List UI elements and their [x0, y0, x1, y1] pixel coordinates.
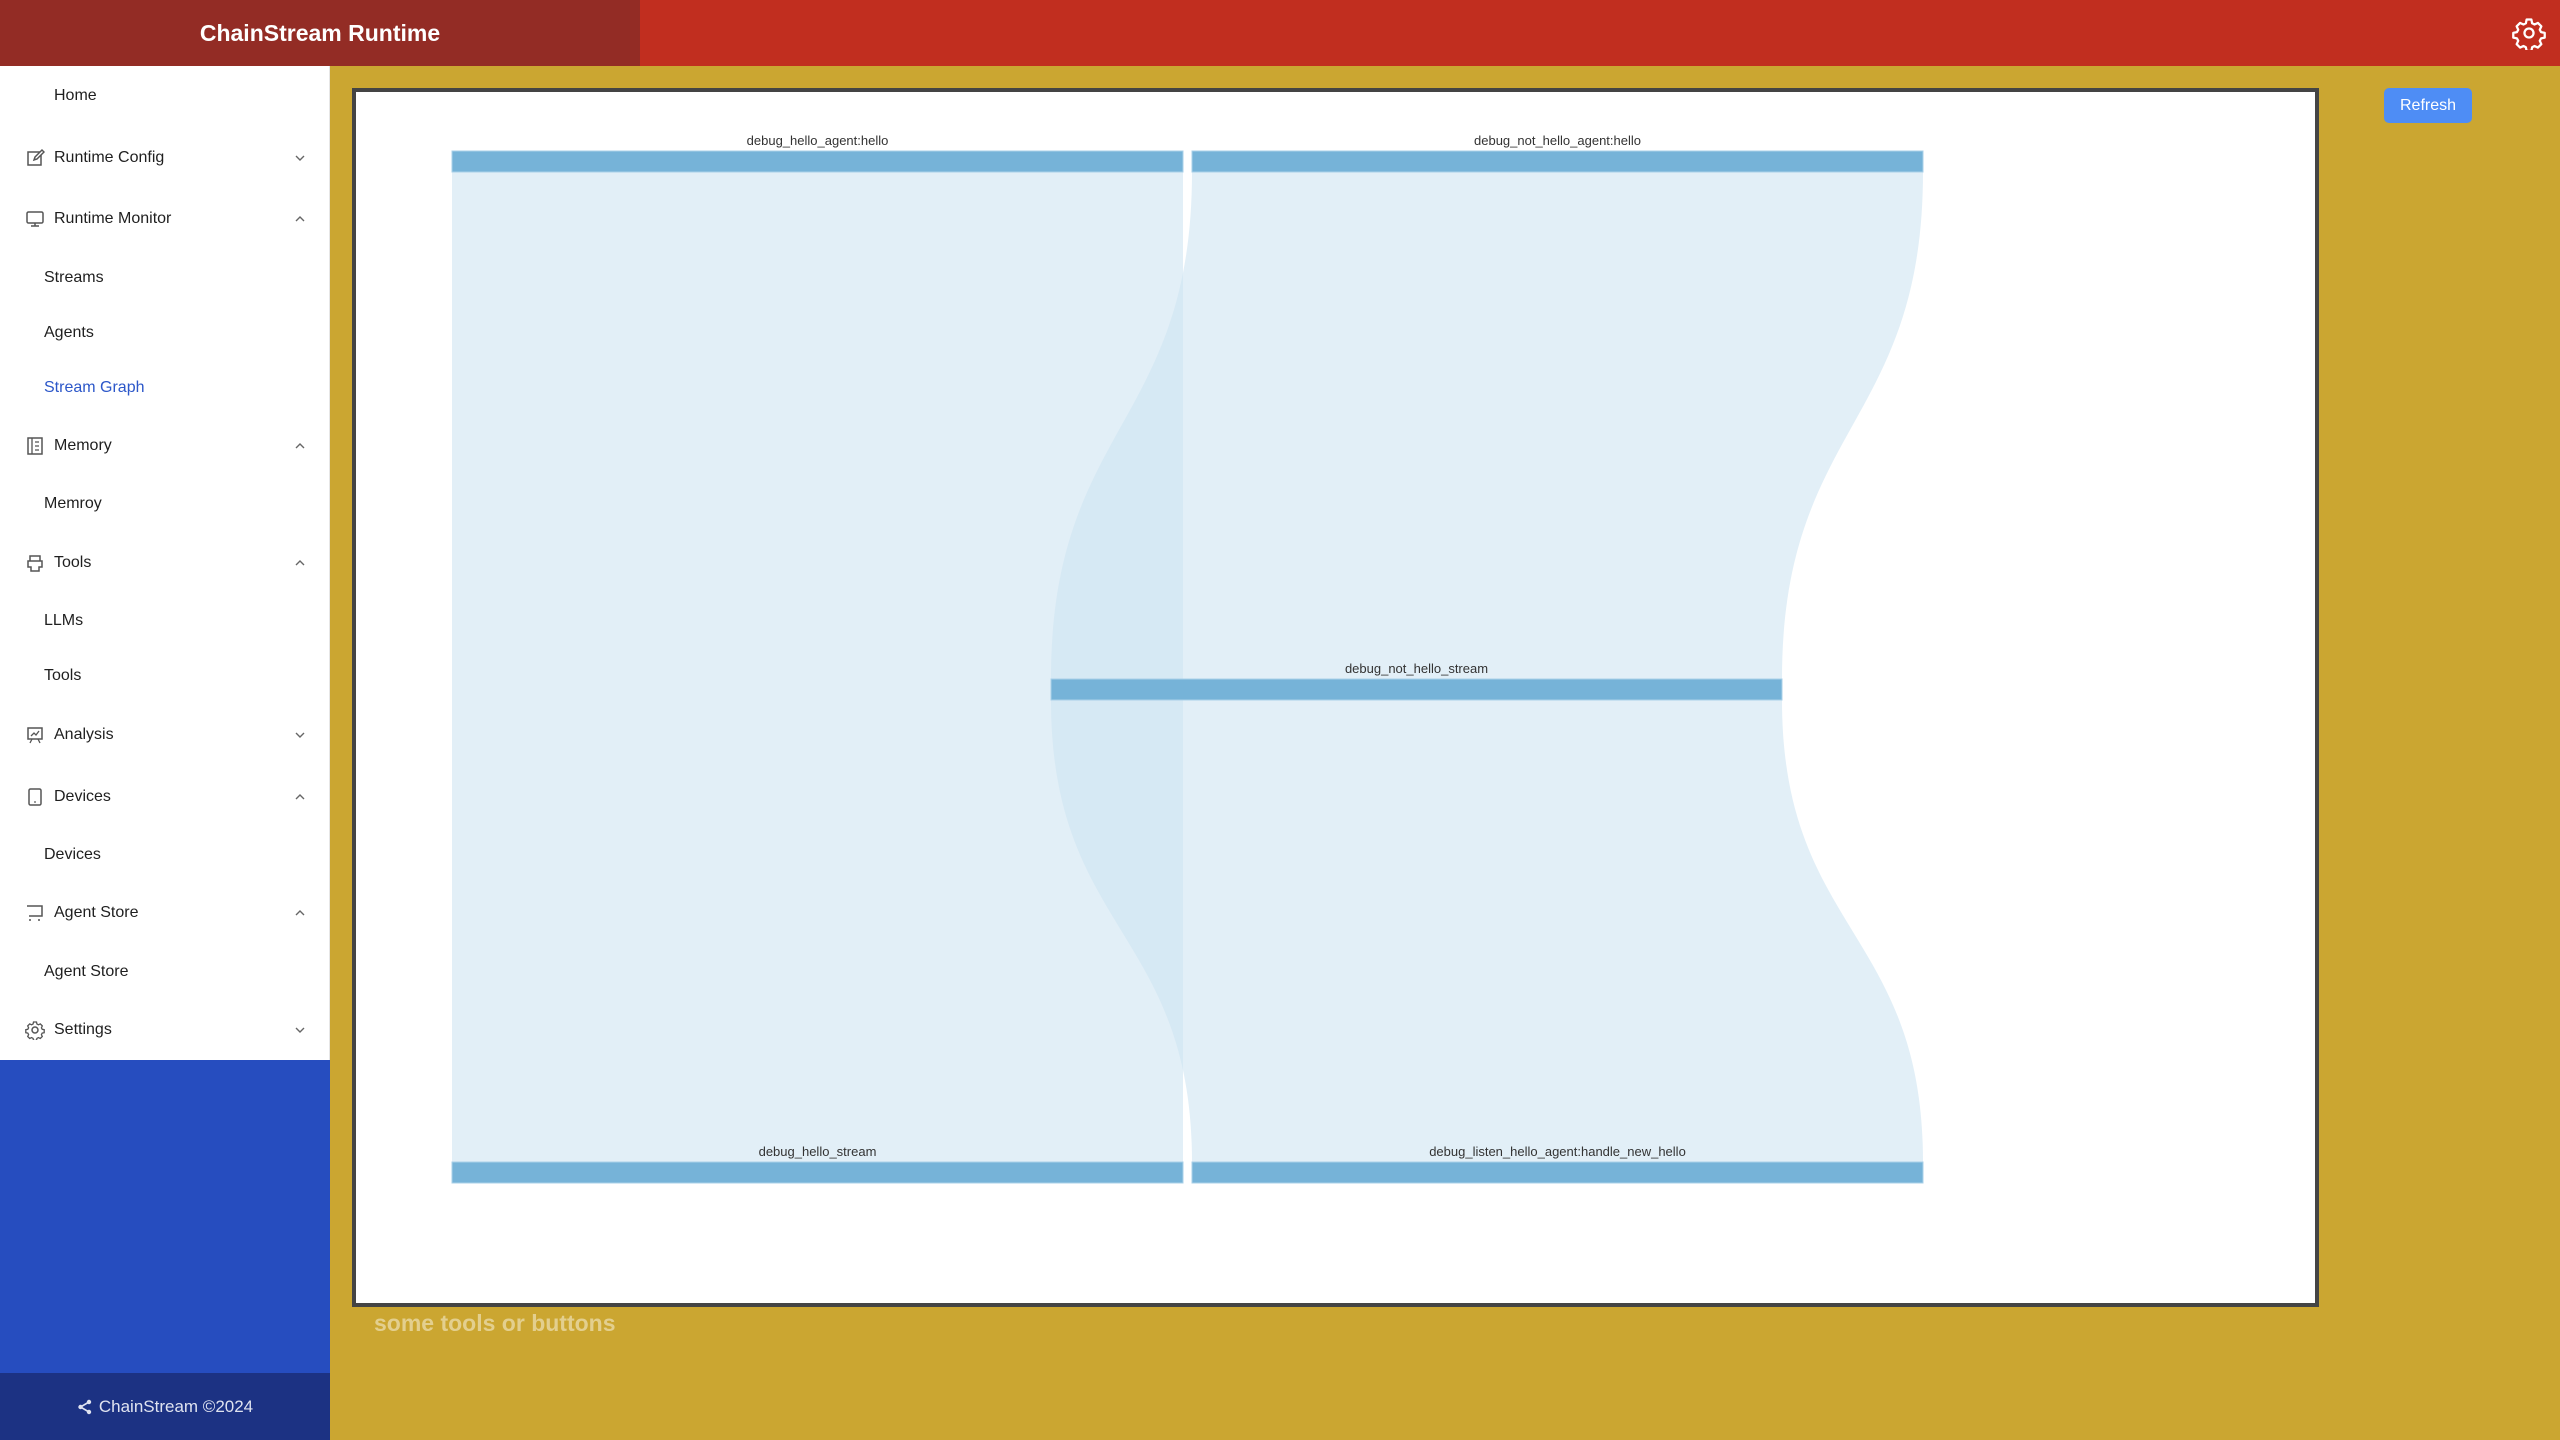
sidebar-group-settings[interactable]: Settings	[0, 1005, 330, 1055]
sidebar-item-label: Devices	[54, 788, 111, 805]
sidebar: Home Runtime Config Runtime Monitor Streams…	[0, 66, 330, 1440]
sidebar-item-label: Runtime Config	[54, 149, 165, 166]
footer-text: ChainStream ©2024	[98, 1396, 254, 1416]
sidebar-group-tools[interactable]: Tools	[0, 538, 330, 588]
sidebar-item-label: Home	[54, 87, 97, 104]
app-title: ChainStream Runtime	[0, 0, 640, 66]
sidebar-item-label: Devices	[44, 846, 101, 863]
sidebar-item-label: Stream Graph	[44, 379, 145, 396]
sidebar-item-label: Analysis	[54, 726, 114, 743]
stream-graph-sankey: debug_hello_agent:hello debug_not_hello_a…	[451, 133, 1924, 1184]
sidebar-group-memory[interactable]: Memory	[0, 421, 330, 471]
refresh-button[interactable]: Refresh	[2384, 88, 2472, 123]
sankey-node-label: debug_not_hello_stream	[1345, 661, 1488, 676]
chevron-down-icon[interactable]	[293, 1023, 307, 1037]
book-icon	[27, 437, 43, 455]
sidebar-item-devices[interactable]: Devices	[0, 830, 330, 880]
gear-icon	[25, 1021, 45, 1040]
sidebar-item-home[interactable]: Home	[0, 71, 330, 121]
sankey-node-label: debug_not_hello_agent:hello	[1474, 133, 1641, 148]
sidebar-item-agents[interactable]: Agents	[0, 308, 330, 358]
edit-icon	[27, 148, 45, 166]
sidebar-item-label: Agent Store	[54, 904, 139, 921]
sidebar-item-memroy[interactable]: Memroy	[0, 479, 330, 529]
sidebar-group-devices[interactable]: Devices	[0, 772, 330, 822]
sidebar-group-agent-store[interactable]: Agent Store	[0, 888, 330, 938]
sankey-node[interactable]	[451, 1161, 1184, 1184]
sidebar-item-label: Runtime Monitor	[54, 210, 172, 227]
sidebar-item-tools[interactable]: Tools	[0, 651, 330, 701]
sidebar-footer: ChainStream ©2024	[0, 1373, 330, 1440]
chevron-up-icon[interactable]	[293, 212, 307, 226]
sidebar-item-label: Tools	[54, 554, 92, 571]
chevron-up-icon[interactable]	[293, 906, 307, 920]
sidebar-item-label: Memory	[54, 437, 112, 454]
sidebar-group-runtime-monitor[interactable]: Runtime Monitor	[0, 194, 330, 244]
tablet-icon	[28, 788, 42, 806]
stream-graph-frame: debug_hello_agent:hello debug_not_hello_a…	[352, 88, 2319, 1307]
sidebar-item-label: Agents	[44, 324, 94, 341]
chevron-up-icon[interactable]	[293, 556, 307, 570]
sidebar-item-label: Streams	[44, 269, 104, 286]
chevron-down-icon[interactable]	[293, 151, 307, 165]
sankey-node[interactable]	[451, 150, 1184, 173]
sankey-node-label: debug_hello_agent:hello	[747, 133, 889, 148]
sankey-node[interactable]	[1050, 678, 1783, 701]
sidebar-item-stream-graph[interactable]: Stream Graph	[0, 363, 330, 413]
sidebar-item-label: Tools	[44, 667, 82, 684]
sidebar-menu: Home Runtime Config Runtime Monitor Streams…	[0, 66, 330, 1060]
sidebar-item-llms[interactable]: LLMs	[0, 596, 330, 646]
sidebar-group-runtime-config[interactable]: Runtime Config	[0, 133, 330, 183]
sankey-node-label: debug_listen_hello_agent:handle_new_hell…	[1429, 1144, 1686, 1159]
tools-placeholder-text: some tools or buttons	[374, 1310, 616, 1336]
sidebar-item-label: Settings	[54, 1021, 112, 1038]
sidebar-item-streams[interactable]: Streams	[0, 253, 330, 303]
chevron-down-icon[interactable]	[293, 728, 307, 742]
gear-icon[interactable]	[2512, 16, 2546, 50]
presentation-chart-icon	[27, 727, 43, 744]
share-icon	[78, 1399, 92, 1414]
printer-icon	[27, 555, 43, 572]
sidebar-group-analysis[interactable]: Analysis	[0, 710, 330, 760]
sankey-node-label: debug_hello_stream	[759, 1144, 877, 1159]
chevron-up-icon[interactable]	[293, 439, 307, 453]
sidebar-item-label: Agent Store	[44, 963, 129, 980]
chevron-up-icon[interactable]	[293, 790, 307, 804]
monitor-icon	[26, 211, 44, 227]
sankey-node[interactable]	[1191, 150, 1924, 173]
cart-icon	[27, 905, 43, 921]
app-header: ChainStream Runtime	[0, 0, 2560, 66]
sankey-node[interactable]	[1191, 1161, 1924, 1184]
sidebar-item-agent-store[interactable]: Agent Store	[0, 947, 330, 997]
sidebar-item-label: Memroy	[44, 495, 102, 512]
sidebar-item-label: LLMs	[44, 612, 84, 629]
